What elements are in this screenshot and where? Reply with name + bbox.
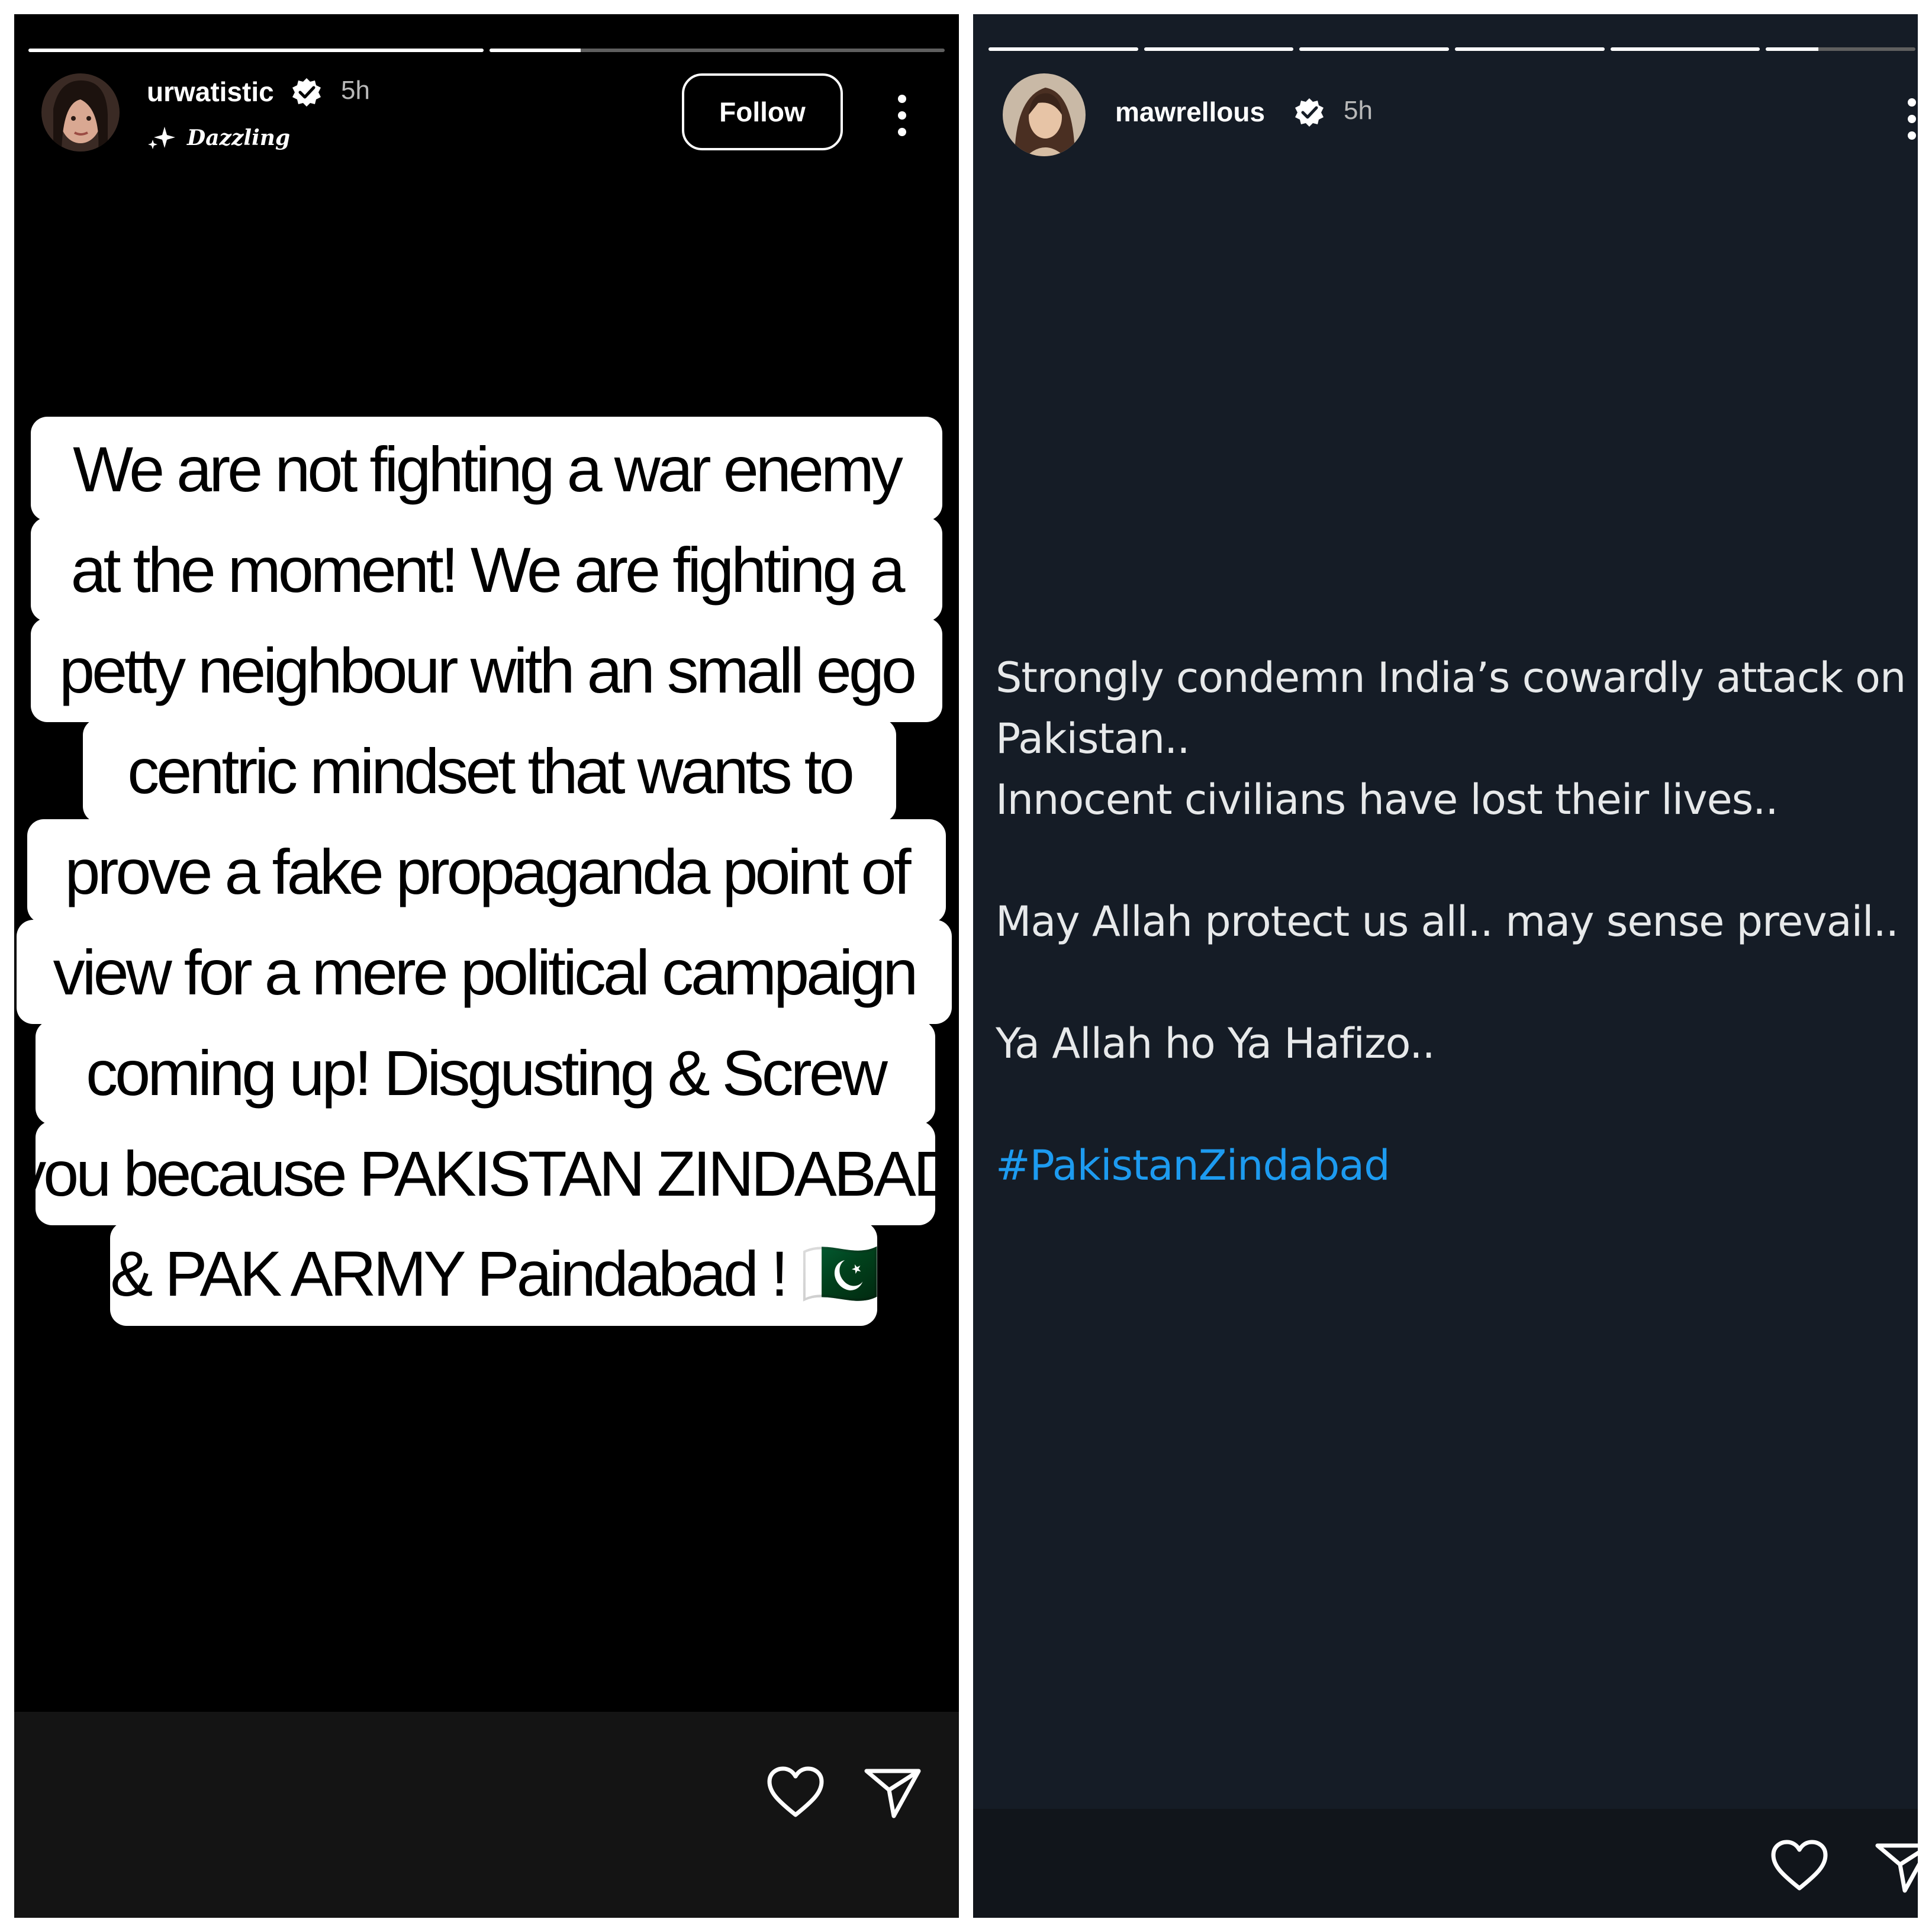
verified-badge-icon: [1295, 98, 1324, 127]
follow-button[interactable]: Follow: [682, 73, 843, 150]
story-bottom-bar: [973, 1809, 1918, 1918]
story-progress-bar: [28, 49, 945, 52]
hashtag-link[interactable]: #PakistanZindabad: [996, 1135, 1907, 1196]
story-text-line: coming up! Disgusting & Screw: [36, 1020, 935, 1125]
progress-segment: [1455, 47, 1605, 51]
more-vertical-icon[interactable]: [896, 95, 908, 144]
story-text-line: you because PAKISTAN ZINDABAD: [14, 1121, 959, 1225]
post-line: Innocent civilians have lost their lives…: [996, 775, 1779, 824]
subtitle: Dazzling: [187, 125, 291, 150]
progress-segment: [1610, 47, 1760, 51]
story-text-line: petty neighbour with an small ego: [31, 618, 942, 722]
verified-badge-icon: [292, 78, 321, 107]
progress-segment: [490, 49, 945, 52]
story-progress-bar: [988, 47, 1916, 51]
progress-segment: [988, 47, 1138, 51]
avatar[interactable]: [41, 73, 120, 152]
story-text-line: & PAK ARMY Paindabad ! 🇵🇰: [110, 1222, 880, 1326]
story-text-line: prove a fake propaganda point of: [27, 819, 946, 923]
username[interactable]: mawrellous: [1115, 96, 1265, 128]
story-text-line: view for a mere political campaign: [17, 920, 952, 1024]
progress-segment: [1766, 47, 1916, 51]
story-text-line: at the moment! We are fighting a: [31, 517, 942, 622]
post-line: Strongly condemn India’s cowardly attack…: [996, 653, 1906, 702]
heart-icon[interactable]: [766, 1765, 825, 1818]
post-line: Ya Allah ho Ya Hafizo..: [996, 1019, 1435, 1068]
post-text: Strongly condemn India’s cowardly attack…: [996, 648, 1907, 1196]
subtitle-row: Dazzling: [147, 124, 290, 152]
post-time: 5h: [341, 76, 370, 105]
more-vertical-icon[interactable]: [1906, 98, 1918, 148]
story-panel-urwatistic: urwatistic 5h Dazzling Follow We are not…: [14, 14, 959, 1918]
progress-segment: [28, 49, 484, 52]
post-time: 5h: [1344, 96, 1373, 125]
progress-segment: [1299, 47, 1450, 51]
progress-segment: [1144, 47, 1294, 51]
username[interactable]: urwatistic: [147, 76, 274, 108]
avatar[interactable]: [1003, 73, 1086, 156]
send-icon[interactable]: [863, 1766, 922, 1820]
send-icon[interactable]: [1874, 1841, 1918, 1894]
story-text-line: centric mindset that wants to: [83, 719, 896, 823]
story-text-line: We are not fighting a war enemy: [31, 417, 942, 521]
story-panel-mawrellous: mawrellous 5h Strongly condemn India’s c…: [973, 14, 1918, 1918]
post-line: Pakistan..: [996, 714, 1190, 763]
heart-icon[interactable]: [1770, 1838, 1829, 1892]
post-line: May Allah protect us all.. may sense pre…: [996, 897, 1899, 946]
sparkles-icon: [148, 127, 175, 149]
story-bottom-bar: [14, 1712, 959, 1918]
